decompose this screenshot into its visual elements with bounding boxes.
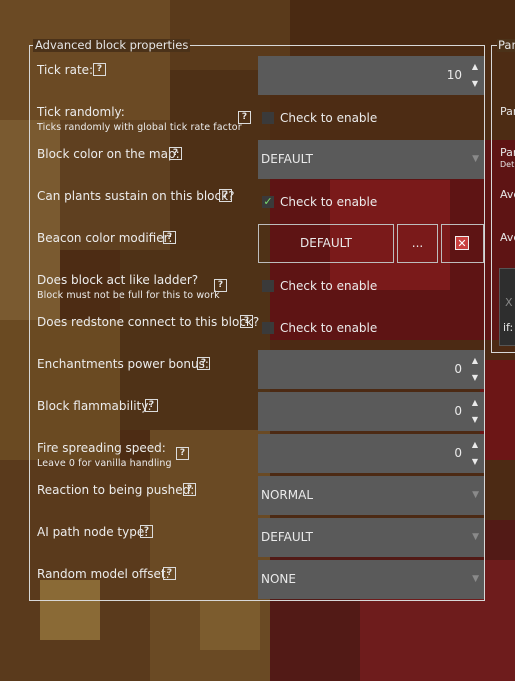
push-reaction-dropdown[interactable]: NORMAL ▼: [258, 476, 484, 515]
model-offset-label: Random model offset:: [37, 567, 170, 581]
help-icon[interactable]: ?: [197, 357, 210, 370]
tick-randomly-check-label[interactable]: Check to enable: [280, 111, 377, 125]
help-icon[interactable]: ?: [163, 231, 176, 244]
help-icon[interactable]: ?: [214, 279, 227, 292]
flammability-spinner[interactable]: 0 ▲ ▼: [258, 392, 484, 431]
help-icon[interactable]: ?: [219, 189, 232, 202]
flammability-label: Block flammability:: [37, 399, 152, 413]
ai-path-value: DEFAULT: [261, 530, 313, 544]
spin-down-icon[interactable]: ▼: [471, 80, 479, 88]
tick-rate-label: Tick rate:: [37, 63, 94, 77]
plants-sustain-label: Can plants sustain on this block?: [37, 189, 235, 203]
spin-down-icon[interactable]: ▼: [471, 416, 479, 424]
side-text: if:: [503, 321, 514, 334]
spin-up-icon[interactable]: ▲: [471, 357, 479, 365]
plants-sustain-check-label[interactable]: Check to enable: [280, 195, 377, 209]
redstone-label: Does redstone connect to this block?: [37, 315, 260, 329]
help-icon[interactable]: ?: [93, 63, 106, 76]
help-icon[interactable]: ?: [145, 399, 158, 412]
ladder-sub: Block must not be full for this to work: [37, 290, 220, 301]
panel-title: Advanced block properties: [33, 38, 191, 52]
help-icon[interactable]: ?: [169, 147, 182, 160]
chevron-down-icon: ▼: [472, 490, 479, 500]
beacon-color-label: Beacon color modifier:: [37, 231, 173, 245]
fire-spread-sub: Leave 0 for vanilla handling: [37, 458, 172, 469]
spin-up-icon[interactable]: ▲: [471, 441, 479, 449]
enchant-power-spinner[interactable]: 0 ▲ ▼: [258, 350, 484, 389]
plants-sustain-checkbox[interactable]: ✓: [262, 196, 274, 208]
enchant-power-label: Enchantments power bonus:: [37, 357, 209, 371]
help-icon[interactable]: ?: [240, 315, 253, 328]
help-icon[interactable]: ?: [176, 447, 189, 460]
enchant-power-value: 0: [454, 362, 462, 376]
fire-spread-spinner[interactable]: 0 ▲ ▼: [258, 434, 484, 473]
ladder-label: Does block act like ladder?: [37, 273, 199, 287]
tick-rate-spinner[interactable]: 10 ▲ ▼: [258, 56, 484, 95]
tick-randomly-label: Tick randomly:: [37, 105, 125, 119]
fire-spread-label: Fire spreading speed:: [37, 441, 166, 455]
help-icon[interactable]: ?: [183, 483, 196, 496]
side-text: Det: [500, 160, 515, 169]
help-icon[interactable]: ?: [163, 567, 176, 580]
help-icon[interactable]: ?: [238, 111, 251, 124]
spin-up-icon[interactable]: ▲: [471, 63, 479, 71]
chevron-down-icon: ▼: [472, 154, 479, 164]
push-reaction-label: Reaction to being pushed:: [37, 483, 195, 497]
chevron-down-icon: ▼: [472, 532, 479, 542]
ladder-checkbox[interactable]: [262, 280, 274, 292]
flammability-value: 0: [454, 404, 462, 418]
side-panel-title: Par: [497, 39, 515, 52]
redstone-checkbox[interactable]: [262, 322, 274, 334]
ladder-check-label[interactable]: Check to enable: [280, 279, 377, 293]
side-text: X: [505, 296, 513, 309]
tick-randomly-sub: Ticks randomly with global tick rate fac…: [37, 122, 242, 133]
help-icon[interactable]: ?: [140, 525, 153, 538]
push-reaction-value: NORMAL: [261, 488, 314, 502]
tick-randomly-checkbox[interactable]: [262, 112, 274, 124]
side-text: Par: [500, 146, 515, 159]
spin-down-icon[interactable]: ▼: [471, 374, 479, 382]
model-offset-dropdown[interactable]: NONE ▼: [258, 560, 484, 599]
ai-path-dropdown[interactable]: DEFAULT ▼: [258, 518, 484, 557]
beacon-color-button[interactable]: DEFAULT: [258, 224, 394, 263]
side-text: Par: [500, 105, 515, 118]
beacon-color-pick-button[interactable]: ...: [397, 224, 438, 263]
tick-rate-value: 10: [446, 68, 462, 82]
ai-path-label: AI path node type:: [37, 525, 149, 539]
spin-up-icon[interactable]: ▲: [471, 399, 479, 407]
map-color-dropdown[interactable]: DEFAULT ▼: [258, 140, 484, 179]
chevron-down-icon: ▼: [472, 574, 479, 584]
fire-spread-value: 0: [454, 446, 462, 460]
spin-down-icon[interactable]: ▼: [471, 458, 479, 466]
redstone-check-label[interactable]: Check to enable: [280, 321, 377, 335]
close-icon[interactable]: ✕: [455, 236, 469, 250]
side-text: Ave: [500, 188, 515, 201]
model-offset-value: NONE: [261, 572, 296, 586]
map-color-label: Block color on the map:: [37, 147, 180, 161]
map-color-value: DEFAULT: [261, 152, 313, 166]
side-text: Ave: [500, 231, 515, 244]
